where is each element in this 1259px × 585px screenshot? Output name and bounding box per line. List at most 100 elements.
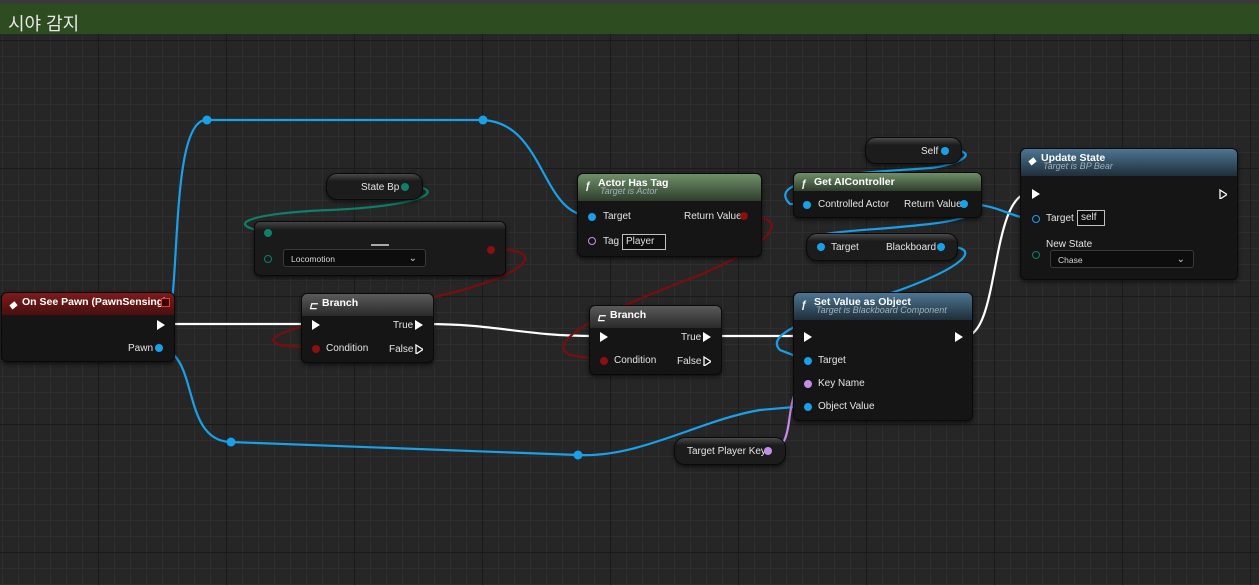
self-variable-node[interactable]: Self [865, 137, 962, 164]
get-ai-controller-return-label: Return Value [904, 199, 962, 210]
pawn-output-pin[interactable] [155, 344, 163, 352]
actor-has-tag-tag-label: Tag [603, 236, 620, 247]
reroute-node [573, 450, 583, 460]
branch-1-true-label: True [393, 320, 414, 331]
set-value-object-value-pin[interactable] [804, 403, 812, 411]
enum-node-top-bar [255, 222, 505, 230]
event-diamond-icon: ◆ [1028, 156, 1036, 167]
function-icon: ƒ [801, 300, 807, 311]
actor-has-tag-tag-input[interactable]: Player [622, 234, 666, 250]
actor-has-tag-tag-pin[interactable] [588, 237, 596, 245]
enum-input-pin[interactable] [264, 229, 272, 237]
set-value-target-label: Target [818, 355, 846, 366]
set-value-as-object-node[interactable]: ƒ Set Value as Object Target is Blackboa… [793, 292, 973, 421]
target-player-key-variable-node[interactable]: Target Player Key [674, 437, 786, 465]
self-label: Self [921, 146, 939, 157]
set-value-key-name-label: Key Name [818, 378, 865, 389]
branch-icon: ⊏ [309, 301, 318, 312]
actor-has-tag-target-pin[interactable] [588, 213, 596, 221]
reroute-node [202, 115, 212, 125]
update-state-new-state-pin[interactable] [1032, 251, 1040, 259]
event-on-see-pawn-node[interactable]: ◆ On See Pawn (PawnSensing) Pawn [1, 292, 175, 362]
get-ai-controller-header: ƒ Get AIController [794, 173, 981, 191]
branch-2-true-label: True [681, 332, 702, 343]
blackboard-label: Blackboard [886, 242, 937, 253]
branch-1-false-output[interactable] [415, 344, 423, 354]
state-bp-variable-node[interactable]: State Bp [326, 173, 423, 200]
delegate-square-icon[interactable] [161, 298, 170, 307]
event-node-title: On See Pawn (PawnSensing) [22, 296, 167, 308]
event-node-header: ◆ On See Pawn (PawnSensing) [2, 293, 174, 315]
branch-2-true-output[interactable] [703, 332, 711, 342]
branch-1-condition-pin[interactable] [312, 345, 320, 353]
chevron-down-icon: ⌄ [408, 253, 417, 264]
enum-dropdown-value: Locomotion [291, 254, 335, 264]
update-state-exec-output[interactable] [1219, 189, 1227, 199]
function-icon: ƒ [585, 181, 591, 192]
chevron-down-icon: ⌄ [1176, 254, 1185, 265]
get-ai-controller-return-pin[interactable] [960, 200, 968, 208]
blackboard-output-pin[interactable] [937, 243, 945, 251]
exec-wire [424, 322, 597, 338]
update-state-new-state-label: New State [1046, 239, 1093, 250]
set-value-subtitle: Target is Blackboard Component [816, 305, 947, 315]
state-bp-output-pin[interactable] [401, 183, 409, 191]
update-state-target-input[interactable]: self [1077, 210, 1105, 226]
enum-bool-output-pin[interactable] [487, 246, 495, 254]
branch-1-exec-input[interactable] [312, 320, 320, 330]
update-state-subtitle: Target is BP Bear [1043, 161, 1113, 171]
target-player-key-output-pin[interactable] [764, 447, 772, 455]
branch-1-true-output[interactable] [415, 320, 423, 330]
enum-dropdown[interactable]: Locomotion ⌄ [283, 249, 426, 267]
branch-2-false-output[interactable] [703, 356, 711, 366]
actor-has-tag-return-pin[interactable] [740, 212, 748, 220]
get-ai-controller-input-pin[interactable] [803, 201, 811, 209]
enum-index-pin[interactable] [264, 255, 272, 263]
blackboard-target-label: Target [831, 242, 859, 253]
actor-has-tag-header: ƒ Actor Has Tag Target is Actor [578, 174, 761, 201]
branch-2-condition-label: Condition [614, 355, 657, 366]
blueprint-graph-canvas[interactable]: 시야 감지 ◆ On See Pawn (PawnSensing) Pawn S… [0, 0, 1259, 585]
branch-1-false-label: False [389, 344, 414, 355]
function-icon: ƒ [801, 179, 807, 190]
set-value-header: ƒ Set Value as Object Target is Blackboa… [794, 293, 972, 320]
set-value-exec-input[interactable] [804, 332, 812, 342]
branch-1-condition-label: Condition [326, 343, 369, 354]
get-ai-controller-title: Get AIController [814, 176, 895, 188]
enum-select-node[interactable]: Locomotion ⌄ [254, 221, 506, 276]
update-state-node[interactable]: ◆ Update State Target is BP Bear Target … [1020, 148, 1238, 280]
reroute-node [226, 437, 236, 447]
pawn-label: Pawn [128, 343, 154, 354]
update-state-header: ◆ Update State Target is BP Bear [1021, 149, 1237, 176]
new-state-dropdown[interactable]: Chase ⌄ [1050, 250, 1194, 268]
branch-2-condition-pin[interactable] [600, 357, 608, 365]
wire-layer [157, 115, 1031, 460]
update-state-exec-input[interactable] [1032, 189, 1040, 199]
set-value-exec-output[interactable] [955, 332, 963, 342]
self-output-pin[interactable] [941, 147, 949, 155]
state-bp-label: State Bp [361, 182, 400, 193]
update-state-target-pin[interactable] [1032, 215, 1040, 223]
set-value-target-pin[interactable] [804, 357, 812, 365]
blackboard-target-pin[interactable] [817, 243, 825, 251]
actor-has-tag-subtitle: Target is Actor [600, 186, 658, 196]
exec-output-pin[interactable] [157, 320, 165, 330]
branch-2-title: Branch [610, 309, 647, 321]
actor-has-tag-node[interactable]: ƒ Actor Has Tag Target is Actor Target R… [577, 173, 762, 257]
branch-1-header: ⊏ Branch [302, 294, 433, 316]
set-value-key-name-pin[interactable] [804, 380, 812, 388]
branch-2-header: ⊏ Branch [590, 306, 721, 328]
actor-has-tag-target-label: Target [603, 211, 631, 222]
branch-1-title: Branch [322, 297, 359, 309]
branch-2-false-label: False [677, 356, 702, 367]
get-ai-controller-node[interactable]: ƒ Get AIController Controlled Actor Retu… [793, 172, 982, 218]
controlled-actor-label: Controlled Actor [818, 199, 890, 210]
target-player-key-label: Target Player Key [687, 446, 766, 457]
get-blackboard-node[interactable]: Target Blackboard [806, 233, 958, 261]
branch-node-1[interactable]: ⊏ Branch True Condition False [301, 293, 434, 363]
reroute-node [478, 115, 488, 125]
branch-node-2[interactable]: ⊏ Branch True Condition False [589, 305, 722, 375]
branch-2-exec-input[interactable] [600, 332, 608, 342]
set-value-object-value-label: Object Value [818, 401, 875, 412]
event-diamond-icon: ◆ [9, 300, 17, 311]
